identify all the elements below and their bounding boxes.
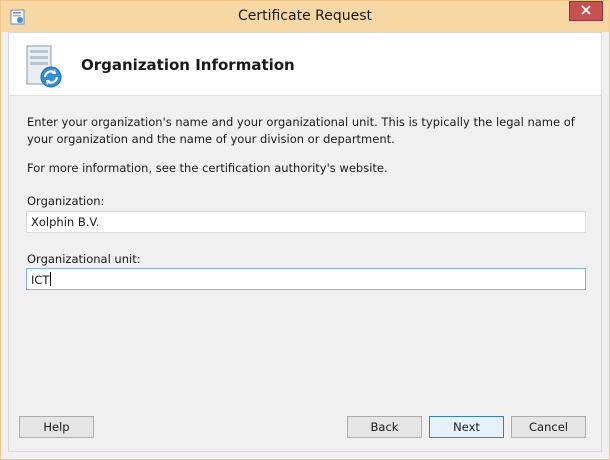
close-button[interactable] xyxy=(569,1,603,21)
page-title: Organization Information xyxy=(81,56,295,74)
back-button[interactable]: Back xyxy=(347,416,422,438)
organizational-unit-value: ICT xyxy=(31,273,50,287)
certificate-request-window: Certificate Request Organization Informa… xyxy=(0,0,610,460)
close-icon xyxy=(581,4,591,18)
next-button[interactable]: Next xyxy=(429,416,504,438)
server-sync-icon xyxy=(25,45,65,89)
wizard-header: Organization Information xyxy=(9,33,601,96)
more-info-text: For more information, see the certificat… xyxy=(27,161,388,175)
text-caret xyxy=(50,272,52,286)
organization-value: Xolphin B.V. xyxy=(31,215,100,229)
title-bar[interactable]: Certificate Request xyxy=(1,1,609,32)
organization-input[interactable]: Xolphin B.V. xyxy=(26,211,586,233)
organizational-unit-label: Organizational unit: xyxy=(27,252,141,266)
organization-label: Organization: xyxy=(27,194,105,208)
cancel-button[interactable]: Cancel xyxy=(511,416,586,438)
organizational-unit-input[interactable]: ICT xyxy=(26,268,586,290)
description-text: Enter your organization's name and your … xyxy=(27,115,575,146)
help-button[interactable]: Help xyxy=(19,416,94,438)
window-title: Certificate Request xyxy=(237,8,373,24)
